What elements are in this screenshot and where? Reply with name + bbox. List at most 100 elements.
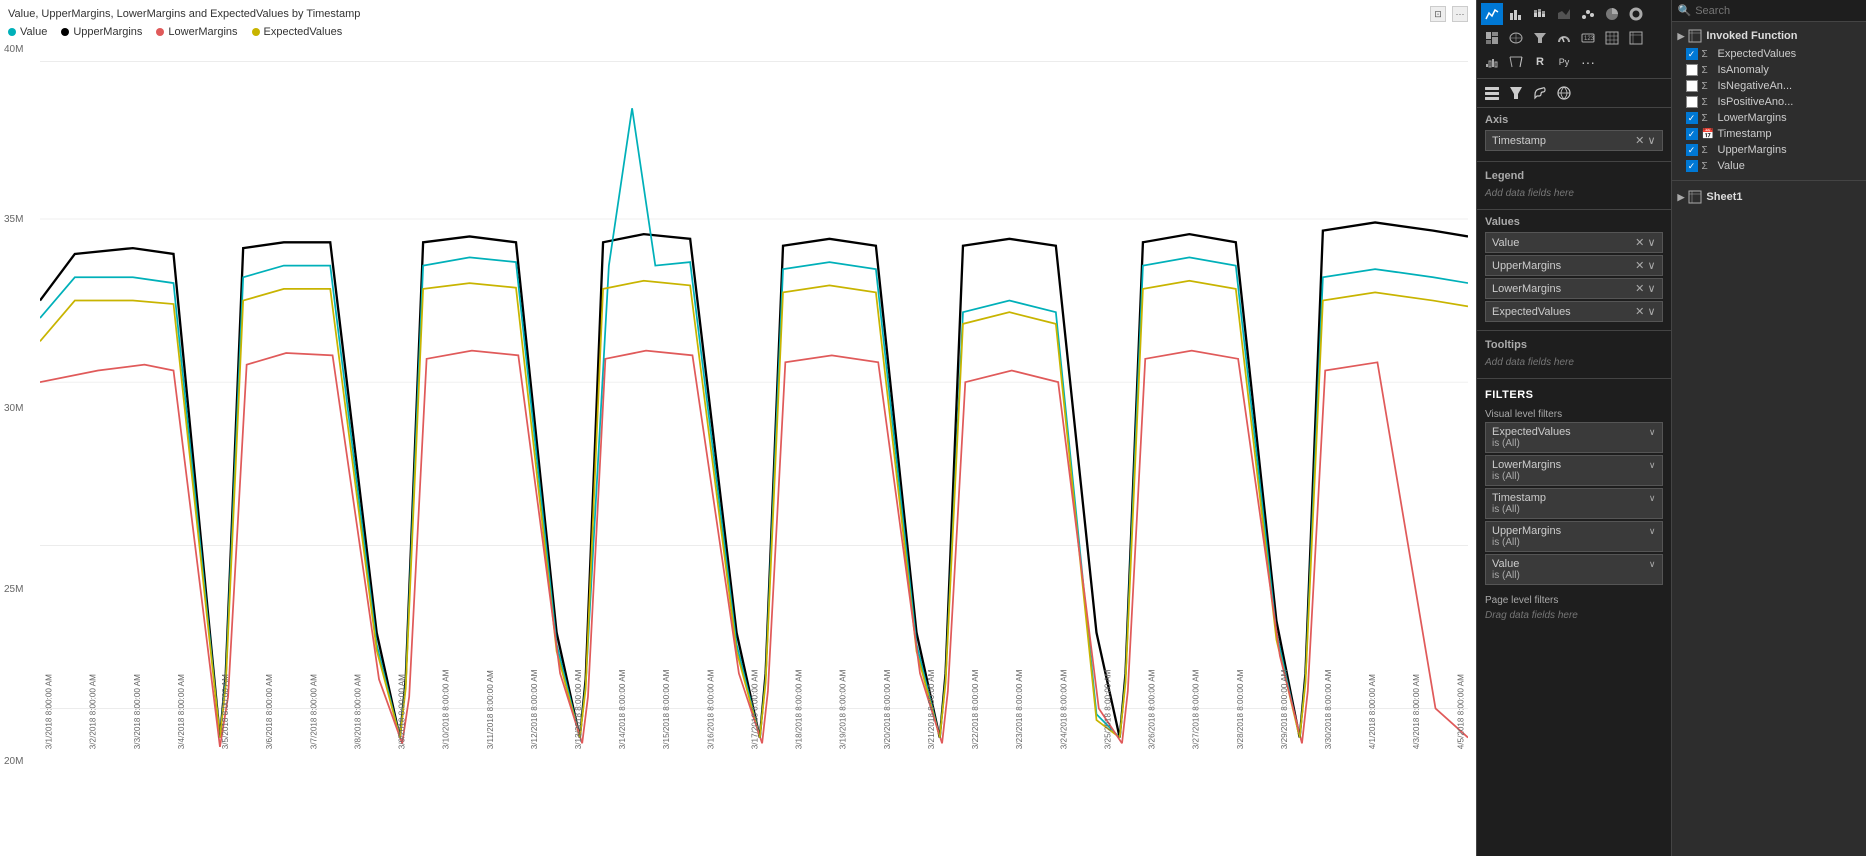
filter-item-0[interactable]: ExpectedValues ∨ is (All) [1485,422,1663,453]
svg-text:3/4/2018 8:00:00 AM: 3/4/2018 8:00:00 AM [177,674,186,749]
donut-icon[interactable] [1625,3,1647,25]
invoked-function-header[interactable]: ▶ Invoked Function [1672,26,1866,46]
field-item-timestamp[interactable]: ✓ 📅 Timestamp [1672,126,1866,142]
funnel-icon[interactable] [1529,27,1551,49]
value-field-expectedvalues[interactable]: ExpectedValues ✕ ∨ [1485,301,1663,322]
legend-placeholder: Add data fields here [1485,186,1663,201]
values-section: Values Value ✕ ∨ UpperMargins ✕ ∨ LowerM… [1477,212,1671,328]
divider-4 [1477,378,1671,379]
filter-icon[interactable] [1505,82,1527,104]
card-icon[interactable]: 123 [1577,27,1599,49]
viz-left-panel: 123 R Py ··· [1477,0,1672,856]
scatter-icon[interactable] [1577,3,1599,25]
fields-icon[interactable] [1481,82,1503,104]
svg-text:3/15/2018 8:00:00 AM: 3/15/2018 8:00:00 AM [662,669,671,749]
axis-remove-btn[interactable]: ✕ ∨ [1635,134,1655,147]
filter-item-1[interactable]: LowerMargins ∨ is (All) [1485,455,1663,486]
checkbox-value[interactable]: ✓ [1686,160,1698,172]
y-label-25m: 25M [4,584,23,595]
filter-item-2[interactable]: Timestamp ∨ is (All) [1485,488,1663,519]
py-script-icon[interactable]: Py [1553,51,1575,73]
invoked-function-label: Invoked Function [1706,30,1797,42]
svg-text:3/16/2018 8:00:00 AM: 3/16/2018 8:00:00 AM [706,669,715,749]
expand-icon[interactable]: ⊡ [1430,6,1446,22]
viz-toolbar-row-2: 123 [1481,27,1667,49]
field-label-value: Value [1718,160,1745,172]
legend-item-uppermargins: UpperMargins [61,26,142,38]
tooltips-placeholder: Add data fields here [1485,355,1663,370]
checkbox-uppermargins[interactable]: ✓ [1686,144,1698,156]
field-item-value[interactable]: ✓ Σ Value [1672,158,1866,174]
svg-text:3/9/2018 8:00:00 AM: 3/9/2018 8:00:00 AM [398,674,407,749]
search-bar: 🔍 [1672,0,1866,22]
line-chart-icon[interactable] [1481,3,1503,25]
field-item-isanomaly[interactable]: Σ IsAnomaly [1672,62,1866,78]
filters-section: FILTERS Visual level filters ExpectedVal… [1477,381,1671,627]
svg-text:4/3/2018 8:00:00 AM: 4/3/2018 8:00:00 AM [1412,674,1421,749]
field-item-expectedvalues[interactable]: ✓ Σ ExpectedValues [1672,46,1866,62]
svg-text:3/14/2018 8:00:00 AM: 3/14/2018 8:00:00 AM [618,669,627,749]
svg-text:4/1/2018 8:00:00 AM: 4/1/2018 8:00:00 AM [1368,674,1377,749]
filter-chevron-0: ∨ [1649,427,1656,438]
viz-toolbar-row-3: R Py ··· [1481,51,1667,73]
y-label-40m: 40M [4,44,23,55]
field-item-lowermargins[interactable]: ✓ Σ LowerMargins [1672,110,1866,126]
more-options-icon[interactable]: ··· [1452,6,1468,22]
filter-chevron-4: ∨ [1649,559,1656,570]
svg-text:3/30/2018 8:00:00 AM: 3/30/2018 8:00:00 AM [1324,669,1333,749]
field-item-ispositiveano[interactable]: Σ IsPositiveAno... [1672,94,1866,110]
divider-3 [1477,330,1671,331]
field-label-ispositiveano: IsPositiveAno... [1718,96,1794,108]
value-remove-1[interactable]: ✕ ∨ [1635,259,1655,272]
filter-item-4[interactable]: Value ∨ is (All) [1485,554,1663,585]
r-script-icon[interactable]: R [1529,51,1551,73]
stacked-bar-icon[interactable] [1529,3,1551,25]
checkbox-isanomaly[interactable] [1686,64,1698,76]
legend-label: Legend [1485,170,1663,182]
field-item-uppermargins[interactable]: ✓ Σ UpperMargins [1672,142,1866,158]
value-remove-2[interactable]: ✕ ∨ [1635,282,1655,295]
checkbox-lowermargins[interactable]: ✓ [1686,112,1698,124]
gauge-icon[interactable] [1553,27,1575,49]
checkbox-ispositiveano[interactable] [1686,96,1698,108]
checkbox-expectedvalues[interactable]: ✓ [1686,48,1698,60]
svg-text:3/2/2018 8:00:00 AM: 3/2/2018 8:00:00 AM [89,674,98,749]
table-icon[interactable] [1601,27,1623,49]
value-field-uppermargins[interactable]: UpperMargins ✕ ∨ [1485,255,1663,276]
field-label-isnegativean: IsNegativeAn... [1718,80,1793,92]
waterfall-icon[interactable] [1481,51,1503,73]
matrix-icon[interactable] [1625,27,1647,49]
value-field-lowermargins[interactable]: LowerMargins ✕ ∨ [1485,278,1663,299]
right-side: 123 R Py ··· [1476,0,1866,856]
checkbox-timestamp[interactable]: ✓ [1686,128,1698,140]
viz-toolbar: 123 R Py ··· [1477,0,1671,79]
svg-text:3/19/2018 8:00:00 AM: 3/19/2018 8:00:00 AM [839,669,848,749]
more-viz-icon[interactable]: ··· [1577,51,1599,73]
svg-text:3/20/2018 8:00:00 AM: 3/20/2018 8:00:00 AM [883,669,892,749]
svg-text:4/5/2018 8:00:00 AM: 4/5/2018 8:00:00 AM [1456,674,1465,749]
analytics-icon[interactable] [1553,82,1575,104]
pie-chart-icon[interactable] [1601,3,1623,25]
field-item-isnegativean[interactable]: Σ IsNegativeAn... [1672,78,1866,94]
filter-chevron-2: ∨ [1649,493,1656,504]
svg-text:3/23/2018 8:00:00 AM: 3/23/2018 8:00:00 AM [1015,669,1024,749]
paint-icon[interactable] [1529,82,1551,104]
search-input[interactable] [1695,5,1860,17]
bar-chart-icon[interactable] [1505,3,1527,25]
sheet1-header[interactable]: ▶ Sheet1 [1672,187,1866,207]
bottom-toolbar [1477,79,1671,108]
map-icon[interactable] [1505,27,1527,49]
treemap-icon[interactable] [1481,27,1503,49]
legend-dot-expectedvalues [252,28,260,36]
filter-item-3[interactable]: UpperMargins ∨ is (All) [1485,521,1663,552]
table-header-icon [1688,29,1702,43]
area-chart-icon[interactable] [1553,3,1575,25]
ribbon-icon[interactable] [1505,51,1527,73]
value-field-value[interactable]: Value ✕ ∨ [1485,232,1663,253]
checkbox-isnegativean[interactable] [1686,80,1698,92]
sigma-icon-expectedvalues: Σ [1702,49,1714,60]
calendar-icon-timestamp: 📅 [1702,129,1714,140]
axis-field-timestamp[interactable]: Timestamp ✕ ∨ [1485,130,1663,151]
value-remove-0[interactable]: ✕ ∨ [1635,236,1655,249]
value-remove-3[interactable]: ✕ ∨ [1635,305,1655,318]
